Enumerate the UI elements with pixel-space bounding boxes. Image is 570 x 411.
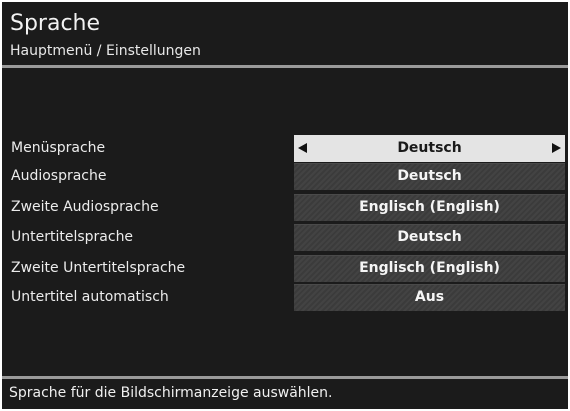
page-title: Sprache <box>10 11 101 36</box>
setting-value: Englisch (English) <box>359 260 500 276</box>
setting-value-selector[interactable]: Englisch (English) <box>294 194 565 221</box>
help-text: Sprache für die Bildschirmanzeige auswäh… <box>9 385 333 401</box>
setting-value-selector[interactable]: Deutsch <box>294 224 565 251</box>
setting-row-second-subtitle-language[interactable]: Zweite Untertitelsprache Englisch (Engli… <box>2 255 568 282</box>
setting-value: Deutsch <box>397 140 462 156</box>
setting-value: Englisch (English) <box>359 199 500 215</box>
setting-value: Deutsch <box>397 229 462 245</box>
setting-value: Deutsch <box>397 168 462 184</box>
setting-label: Audiosprache <box>11 168 107 184</box>
setting-row-audio-language[interactable]: Audiosprache Deutsch <box>2 163 568 190</box>
setting-value-selector[interactable]: Deutsch <box>294 163 565 190</box>
setting-label: Untertitel automatisch <box>11 289 169 305</box>
setting-row-menu-language[interactable]: Menüsprache Deutsch <box>2 135 568 162</box>
setting-label: Zweite Audiosprache <box>11 199 159 215</box>
setting-label: Menüsprache <box>11 140 106 156</box>
header: Sprache Hauptmenü / Einstellungen <box>2 2 568 68</box>
setting-label: Zweite Untertitelsprache <box>11 260 186 276</box>
breadcrumb: Hauptmenü / Einstellungen <box>10 43 201 59</box>
setting-label: Untertitelsprache <box>11 229 134 245</box>
arrow-right-icon[interactable] <box>552 143 561 153</box>
setting-row-subtitle-automatic[interactable]: Untertitel automatisch Aus <box>2 284 568 311</box>
setting-value-selector[interactable]: Aus <box>294 284 565 311</box>
setting-value: Aus <box>414 289 445 305</box>
setting-value-selector[interactable]: Deutsch <box>294 135 565 162</box>
footer-divider <box>2 376 568 379</box>
setting-value-selector[interactable]: Englisch (English) <box>294 255 565 282</box>
settings-screen: Sprache Hauptmenü / Einstellungen Menüsp… <box>2 2 568 409</box>
header-divider <box>2 65 568 68</box>
setting-row-subtitle-language[interactable]: Untertitelsprache Deutsch <box>2 224 568 251</box>
setting-row-second-audio-language[interactable]: Zweite Audiosprache Englisch (English) <box>2 194 568 221</box>
